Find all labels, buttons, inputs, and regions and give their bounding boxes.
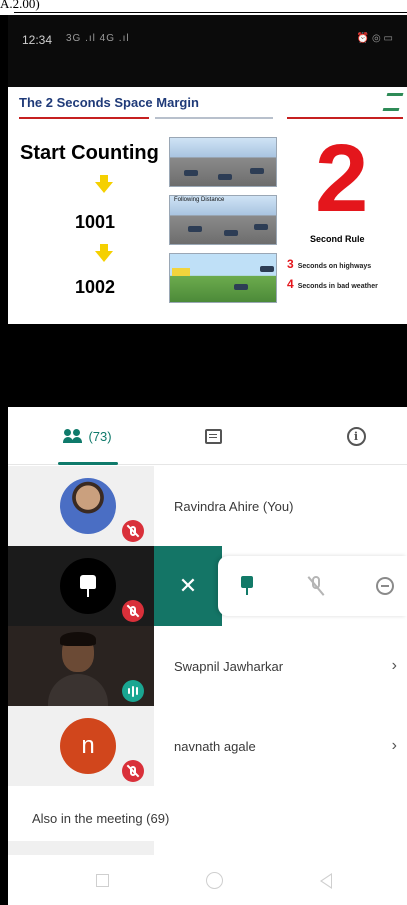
status-bar: 12:34 3G .ıl 4G .ıl ⏰ ◎ ▭ bbox=[8, 15, 407, 87]
down-arrow-icon bbox=[95, 182, 113, 193]
participant-video bbox=[48, 632, 108, 706]
car-icon bbox=[184, 170, 198, 176]
down-arrow-icon-2 bbox=[95, 251, 113, 262]
slide-weather-text: Seconds in bad weather bbox=[297, 283, 378, 290]
people-icon bbox=[63, 429, 84, 443]
info-icon: i bbox=[346, 426, 366, 446]
android-nav-bar bbox=[8, 855, 407, 905]
avatar: n bbox=[60, 718, 116, 774]
participant-name: navnath agale bbox=[174, 738, 256, 754]
signal-icon: 3G .ıl 4G .ıl bbox=[66, 33, 130, 44]
slide-second-rule: Second Rule bbox=[310, 234, 365, 244]
slide-count-1001: 1001 bbox=[75, 212, 116, 232]
participant-actions: ✕ bbox=[154, 546, 407, 626]
slide-highway-text: Seconds on highways bbox=[297, 263, 372, 270]
recents-icon[interactable] bbox=[96, 874, 109, 887]
pin-avatar bbox=[60, 558, 116, 614]
chevron-right-icon[interactable]: › bbox=[392, 706, 397, 786]
car-icon bbox=[224, 230, 238, 236]
tab-info[interactable]: i bbox=[336, 407, 376, 465]
slide-highway-line: 3 Seconds on highways bbox=[287, 257, 371, 271]
slide-weather-line: 4 Seconds in bad weather bbox=[287, 277, 378, 291]
participant-tile bbox=[8, 546, 154, 626]
car-icon bbox=[234, 284, 248, 290]
sign-icon bbox=[172, 268, 190, 276]
close-actions-button[interactable]: ✕ bbox=[154, 546, 222, 626]
car-icon bbox=[260, 266, 274, 272]
page-header-strip: A.2.00) bbox=[0, 0, 407, 15]
avatar bbox=[60, 478, 116, 534]
participant-name: Ravindra Ahire (You) bbox=[174, 498, 294, 514]
page-header-fragment: A.2.00) bbox=[0, 0, 40, 11]
slide-logo-icon bbox=[382, 93, 404, 111]
mute-participant-button[interactable] bbox=[307, 576, 325, 596]
slide-title-underline-right bbox=[287, 117, 403, 119]
screenshot-root: A.2.00) 12:34 3G .ıl 4G .ıl ⏰ ◎ ▭ The 2 … bbox=[0, 0, 407, 905]
chevron-right-icon[interactable]: › bbox=[392, 626, 397, 706]
participant-row[interactable]: n navnath agale › bbox=[8, 706, 407, 786]
slide-weather-number: 4 bbox=[287, 277, 294, 291]
road-photo-3 bbox=[169, 253, 277, 303]
road-photo-1 bbox=[169, 137, 277, 187]
slide-start-counting: Start Counting bbox=[20, 142, 159, 164]
participant-tile-partial bbox=[8, 841, 154, 855]
slide-highway-number: 3 bbox=[287, 257, 294, 271]
close-icon: ✕ bbox=[178, 573, 198, 598]
slide-big-number: 2 bbox=[315, 125, 369, 232]
video-area-background bbox=[8, 324, 407, 407]
participant-name: Swapnil Jawharkar bbox=[174, 658, 284, 674]
phone-screen: 12:34 3G .ıl 4G .ıl ⏰ ◎ ▭ The 2 Seconds … bbox=[8, 15, 407, 905]
participant-row[interactable]: Ravindra Ahire (You) bbox=[8, 466, 407, 546]
active-tab-indicator bbox=[58, 462, 118, 465]
down-arrow-icon-stem-2 bbox=[100, 244, 108, 251]
shared-presentation-slide: The 2 Seconds Space Margin Start Countin… bbox=[15, 87, 407, 324]
mic-muted-icon bbox=[122, 520, 144, 542]
participant-tile bbox=[8, 466, 154, 546]
remove-participant-button[interactable] bbox=[376, 577, 394, 595]
pin-icon bbox=[79, 575, 97, 597]
slide-title: The 2 Seconds Space Margin bbox=[19, 95, 199, 110]
actions-panel bbox=[218, 556, 407, 616]
back-icon[interactable] bbox=[320, 873, 332, 889]
participant-video-tile bbox=[8, 626, 154, 706]
tab-people[interactable]: (73) bbox=[33, 407, 143, 465]
header-rule bbox=[14, 12, 407, 13]
mic-muted-icon bbox=[122, 760, 144, 782]
chat-icon bbox=[204, 428, 222, 444]
home-icon[interactable] bbox=[206, 872, 223, 889]
participant-row-actions[interactable]: ✕ bbox=[8, 546, 407, 626]
speaking-indicator-icon bbox=[122, 680, 144, 702]
tab-chat[interactable] bbox=[193, 407, 233, 465]
also-in-meeting-heading: Also in the meeting (69) bbox=[32, 811, 170, 826]
car-icon bbox=[250, 168, 264, 174]
car-icon bbox=[188, 226, 202, 232]
down-arrow-icon-stem bbox=[100, 175, 108, 182]
car-icon bbox=[254, 224, 268, 230]
participant-row[interactable]: Swapnil Jawharkar › bbox=[8, 626, 407, 706]
people-count: (73) bbox=[88, 428, 112, 444]
slide-title-underline-mid bbox=[155, 117, 273, 119]
car-icon bbox=[218, 174, 232, 180]
status-time: 12:34 bbox=[22, 33, 53, 47]
slide-count-1002: 1002 bbox=[75, 277, 116, 297]
meeting-tabs: (73) i bbox=[8, 407, 407, 465]
photo-caption: Following Distance bbox=[174, 197, 225, 203]
pin-button[interactable] bbox=[240, 576, 254, 596]
slide-title-underline bbox=[19, 117, 149, 119]
mic-muted-icon bbox=[122, 600, 144, 622]
status-icons: ⏰ ◎ ▭ bbox=[356, 33, 393, 44]
left-border bbox=[0, 15, 8, 905]
participant-tile: n bbox=[8, 706, 154, 786]
road-photo-2: Following Distance bbox=[169, 195, 277, 245]
